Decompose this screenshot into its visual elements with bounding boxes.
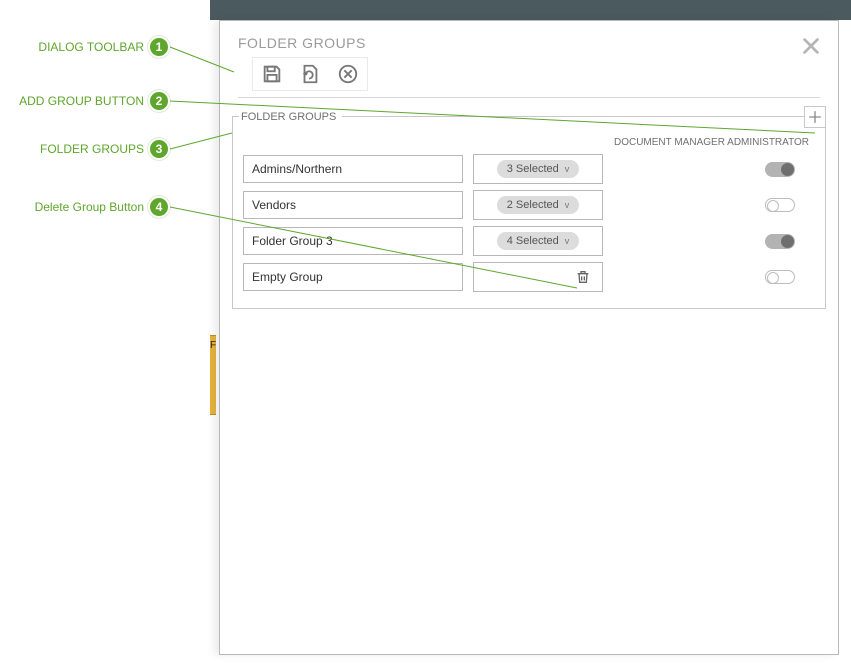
revert-button[interactable] — [291, 58, 329, 90]
fieldset-legend: FOLDER GROUPS — [233, 107, 825, 127]
callout-badge: 2 — [148, 90, 170, 112]
selection-pill[interactable]: 2 Selected v — [497, 196, 579, 214]
callout-badge: 1 — [148, 36, 170, 58]
dialog-body: FOLDER GROUPS DOCUMENT MANAGER ADMINISTR… — [220, 98, 838, 654]
selection-count-label: 3 Selected — [507, 163, 559, 175]
selection-count-label: 2 Selected — [507, 199, 559, 211]
dialog-title: FOLDER GROUPS — [238, 35, 820, 51]
selection-pill[interactable]: 4 Selected v — [497, 232, 579, 250]
delete-group-button[interactable] — [574, 268, 592, 286]
toggle-knob — [767, 272, 779, 284]
left-background-sliver: F — [210, 335, 216, 415]
group-name-input[interactable] — [243, 263, 463, 291]
add-group-button[interactable] — [804, 106, 826, 128]
group-selection-dropdown[interactable] — [473, 262, 603, 292]
callout-badge: 4 — [148, 196, 170, 218]
chevron-down-icon: v — [565, 236, 570, 246]
header-divider — [238, 97, 820, 98]
group-name-input[interactable] — [243, 155, 463, 183]
folder-groups-dialog: FOLDER GROUPS — [219, 20, 839, 655]
callout-label: Delete Group Button — [4, 200, 144, 214]
admin-column-header: DOCUMENT MANAGER ADMINISTRATOR — [243, 137, 815, 154]
toggle-knob — [767, 200, 779, 212]
save-button[interactable] — [253, 58, 291, 90]
dialog-header: FOLDER GROUPS — [220, 21, 838, 98]
callout-label: FOLDER GROUPS — [4, 142, 144, 156]
callout-label: ADD GROUP BUTTON — [4, 94, 144, 108]
admin-toggle[interactable] — [765, 234, 795, 249]
group-row: 4 Selected v — [243, 226, 815, 256]
group-row: 3 Selected v — [243, 154, 815, 184]
group-selection-dropdown[interactable]: 3 Selected v — [473, 154, 603, 184]
toggle-knob — [781, 235, 794, 248]
admin-toggle[interactable] — [765, 270, 795, 284]
callout-label: DIALOG TOOLBAR — [4, 40, 144, 54]
chevron-down-icon: v — [565, 200, 570, 210]
folder-groups-fieldset: FOLDER GROUPS DOCUMENT MANAGER ADMINISTR… — [232, 116, 826, 309]
fieldset-legend-text: FOLDER GROUPS — [239, 111, 342, 123]
group-row: 2 Selected v — [243, 190, 815, 220]
outer-top-bar — [210, 0, 851, 20]
selection-count-label: 4 Selected — [507, 235, 559, 247]
admin-toggle[interactable] — [765, 162, 795, 177]
chevron-down-icon: v — [565, 164, 570, 174]
cancel-button[interactable] — [329, 58, 367, 90]
group-name-input[interactable] — [243, 227, 463, 255]
callout-badge: 3 — [148, 138, 170, 160]
selection-pill[interactable]: 3 Selected v — [497, 160, 579, 178]
admin-toggle[interactable] — [765, 198, 795, 212]
dialog-toolbar — [252, 57, 368, 91]
close-icon[interactable] — [800, 35, 824, 59]
toggle-knob — [781, 163, 794, 176]
group-row — [243, 262, 815, 292]
group-selection-dropdown[interactable]: 2 Selected v — [473, 190, 603, 220]
group-selection-dropdown[interactable]: 4 Selected v — [473, 226, 603, 256]
group-name-input[interactable] — [243, 191, 463, 219]
